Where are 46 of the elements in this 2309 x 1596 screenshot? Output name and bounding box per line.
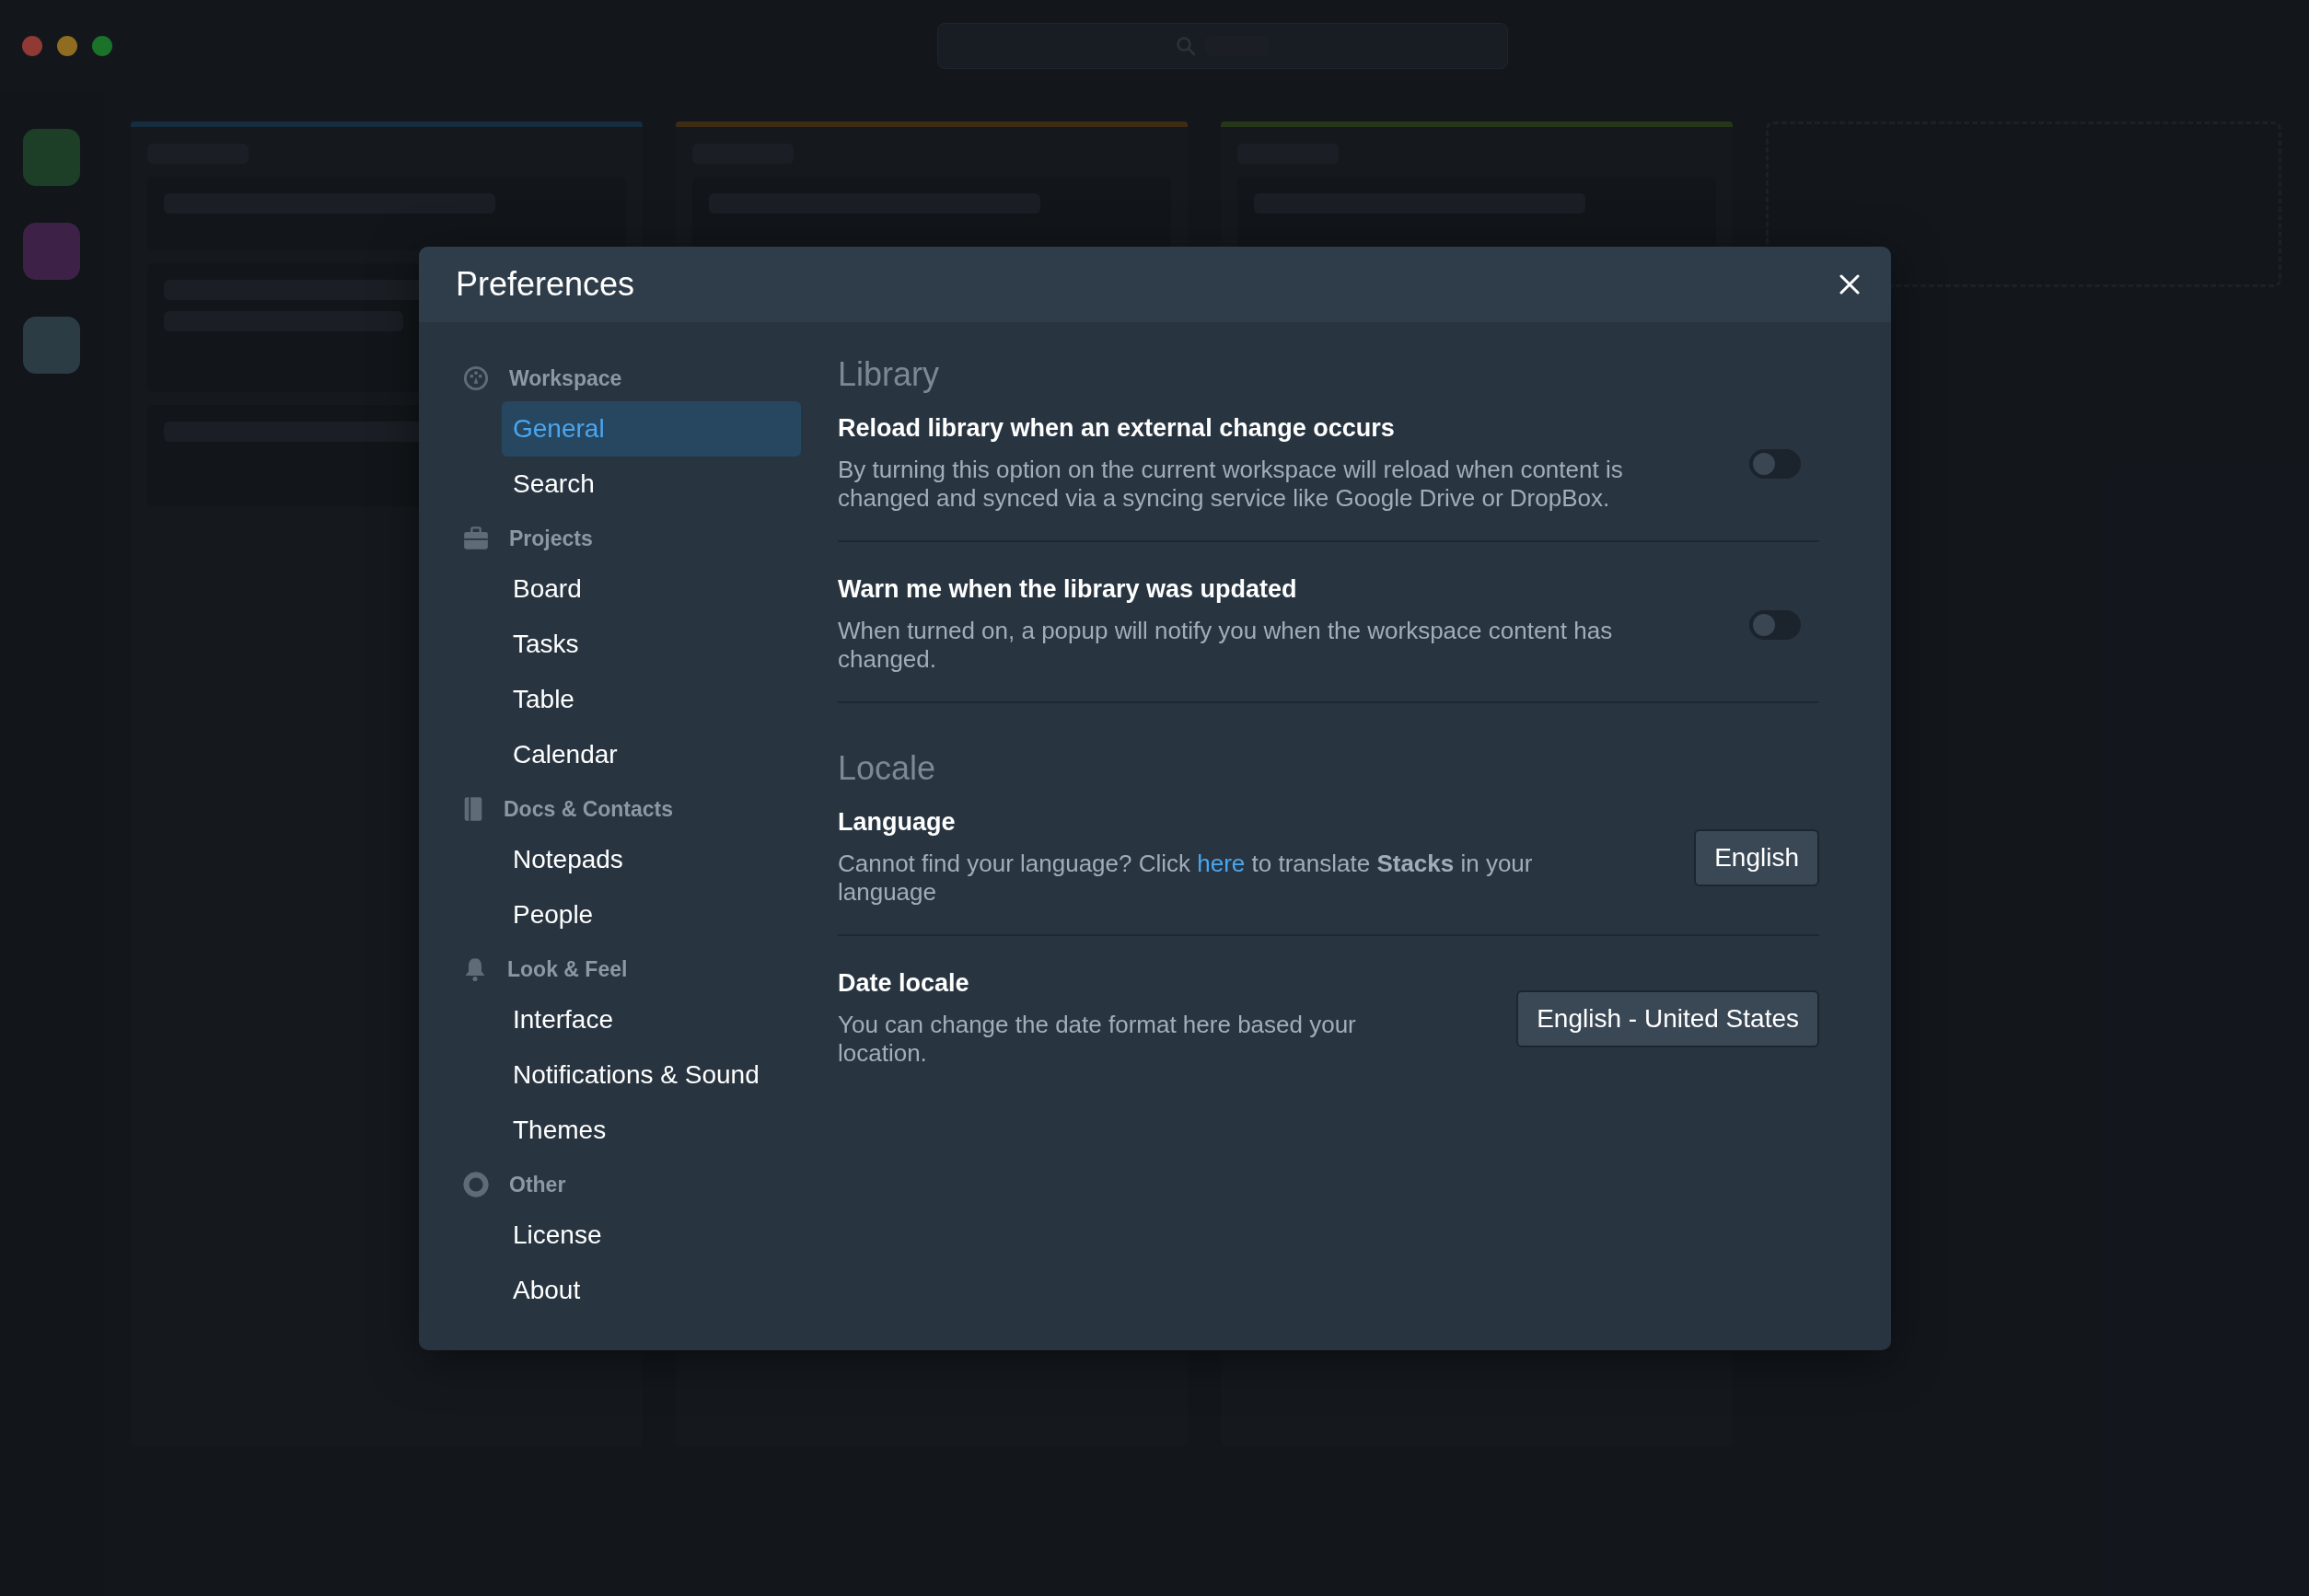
close-window-button[interactable] — [22, 36, 42, 56]
setting-title: Reload library when an external change occurs — [838, 414, 1396, 443]
setting-description: When turned on, a popup will notify you when the workspace content has changed. — [838, 617, 1614, 674]
setting-title: Date locale — [838, 969, 970, 998]
translate-link[interactable]: here — [1197, 850, 1246, 877]
dropdown-button[interactable]: English — [1694, 828, 1819, 886]
nav-item[interactable]: Notifications & Sound — [502, 1047, 801, 1103]
nav-item[interactable]: Tasks — [502, 617, 801, 672]
nav-item[interactable]: General — [502, 401, 801, 457]
nav-item[interactable]: People — [502, 887, 801, 943]
setting-title: Warn me when the library was updated — [838, 575, 1298, 604]
minimize-window-button[interactable] — [57, 36, 77, 56]
dropdown-button[interactable]: English - United States — [1516, 989, 1819, 1047]
nav-group-heading: Docs & Contacts — [504, 796, 674, 822]
nav-item[interactable]: License — [502, 1208, 801, 1263]
nav-item[interactable]: Themes — [502, 1103, 801, 1158]
nav-group-heading: Other — [509, 1172, 566, 1197]
nav-item[interactable]: Calendar — [502, 727, 801, 782]
nav-item[interactable]: Interface — [502, 992, 801, 1047]
nav-item[interactable]: Table — [502, 672, 801, 727]
dialog-title: Preferences — [456, 265, 635, 304]
nav-group-heading: Look & Feel — [507, 956, 628, 982]
workspace-tile[interactable] — [23, 129, 80, 186]
workspace-tile[interactable] — [23, 317, 80, 374]
lifebuoy-icon — [463, 1172, 489, 1197]
nav-group-heading: Workspace — [509, 365, 622, 391]
nav-item[interactable]: Notepads — [502, 832, 801, 887]
section-title: Locale — [838, 749, 937, 788]
section-title: Library — [838, 355, 941, 394]
nav-item[interactable]: About — [502, 1263, 801, 1318]
toggle-switch[interactable] — [1749, 448, 1801, 479]
search-field[interactable] — [937, 23, 1508, 69]
workspace-tile[interactable] — [23, 223, 80, 280]
setting-description: Cannot find your language? Click here to translate Stacks in your language — [838, 850, 1534, 907]
palette-icon — [463, 365, 489, 391]
zoom-window-button[interactable] — [92, 36, 112, 56]
briefcase-icon — [463, 526, 489, 550]
nav-group-heading: Projects — [509, 526, 593, 551]
bell-icon — [463, 956, 487, 982]
setting-title: Language — [838, 808, 957, 837]
toggle-switch[interactable] — [1749, 609, 1801, 640]
setting-description: You can change the date format here based your location. — [838, 1011, 1357, 1068]
nav-item[interactable]: Board — [502, 561, 801, 617]
book-icon — [463, 796, 483, 822]
setting-description: By turning this option on the current workspace will reload when content is changed and synced via a syncing service like Google Drive or DropBox. — [838, 456, 1624, 513]
nav-item[interactable]: Search — [502, 457, 801, 512]
